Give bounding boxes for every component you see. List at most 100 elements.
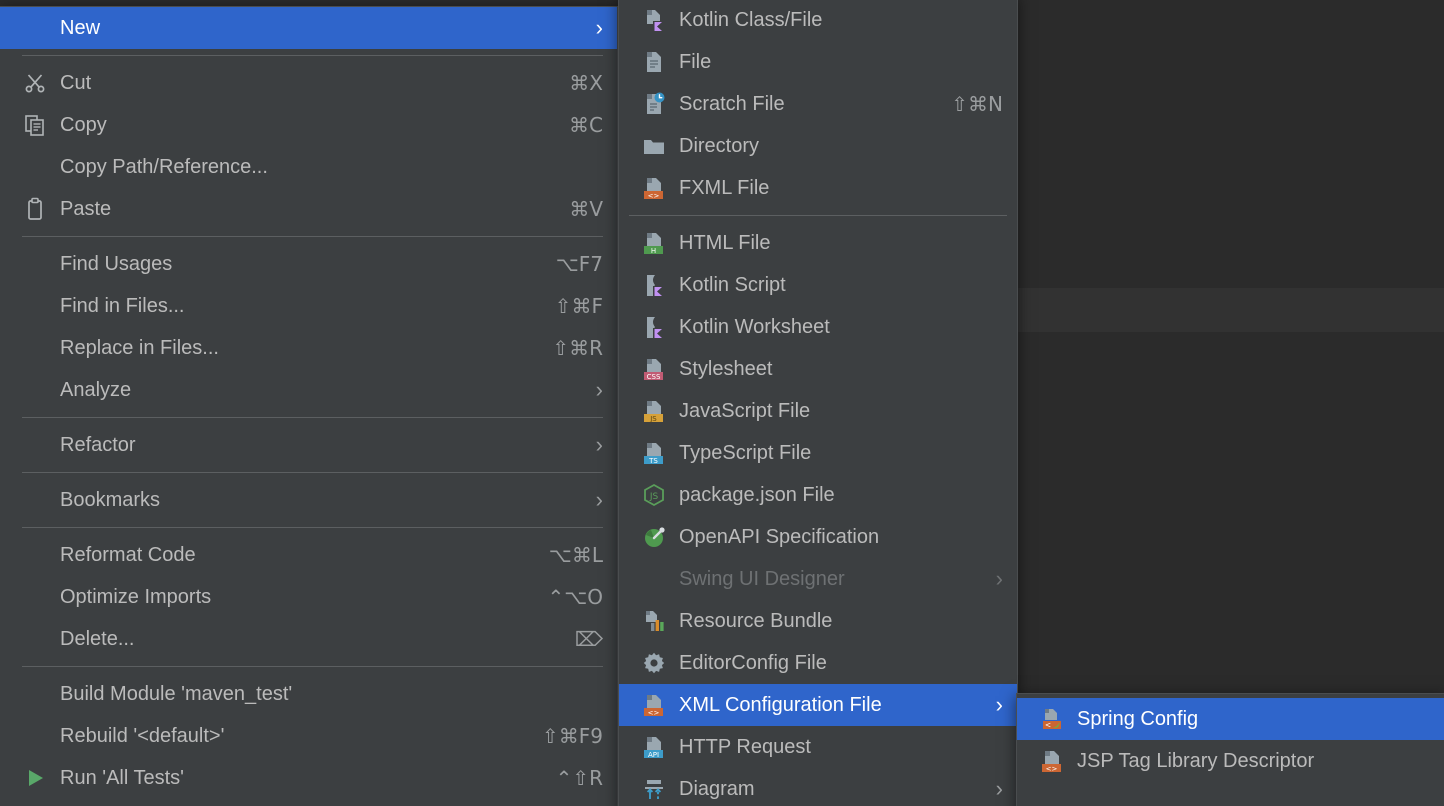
icon-placeholder <box>22 487 48 513</box>
menu-separator <box>629 215 1007 216</box>
svg-text:JS: JS <box>649 492 659 502</box>
menu-item-resource-bundle[interactable]: Resource Bundle <box>619 600 1017 642</box>
menu-item-run-all-tests[interactable]: Run 'All Tests' ⌃⇧R <box>0 757 617 799</box>
menu-item-label: Diagram <box>679 777 755 800</box>
fxml-file-icon: <> <box>641 175 667 201</box>
svg-text:<>: <> <box>648 709 660 717</box>
menu-item-label: Stylesheet <box>679 357 773 380</box>
menu-item-new[interactable]: New › <box>0 7 617 49</box>
icon-placeholder <box>22 432 48 458</box>
menu-item-copy-path-reference[interactable]: Copy Path/Reference... <box>0 146 617 188</box>
editor-context-menu[interactable]: New › Cut ⌘X Copy ⌘C Copy Path/Reference... … <box>0 6 618 806</box>
menu-item-shortcut: ⇧⌘N <box>951 92 1003 116</box>
menu-item-copy[interactable]: Copy ⌘C <box>0 104 617 146</box>
svg-text:H: H <box>651 247 656 255</box>
icon-placeholder <box>22 154 48 180</box>
icon-placeholder <box>22 377 48 403</box>
menu-item-optimize-imports[interactable]: Optimize Imports ⌃⌥O <box>0 576 617 618</box>
menu-separator <box>22 666 603 667</box>
resource-bundle-icon <box>641 608 667 634</box>
menu-item-label: Reformat Code <box>60 543 196 566</box>
menu-item-editorconfig-file[interactable]: EditorConfig File <box>619 642 1017 684</box>
html-file-icon: H <box>641 230 667 256</box>
menu-item-typescript-file[interactable]: TS TypeScript File <box>619 432 1017 474</box>
menu-item-label: Build Module 'maven_test' <box>60 682 293 705</box>
menu-item-shortcut: ⇧⌘R <box>552 336 603 360</box>
scissors-icon <box>22 70 48 96</box>
menu-item-label: OpenAPI Specification <box>679 525 880 548</box>
xml-configuration-submenu[interactable]: < Spring Config <> JSP Tag Library Descr… <box>1016 693 1444 806</box>
menu-separator <box>22 527 603 528</box>
chevron-right-icon: › <box>595 377 603 402</box>
icon-placeholder <box>22 723 48 749</box>
menu-item-delete[interactable]: Delete... ⌦ <box>0 618 617 660</box>
menu-item-label: Find in Files... <box>60 294 185 317</box>
menu-item-reformat-code[interactable]: Reformat Code ⌥⌘L <box>0 534 617 576</box>
svg-text:<>: <> <box>1046 765 1058 773</box>
menu-item-build-module-maven-test[interactable]: Build Module 'maven_test' <box>0 673 617 715</box>
menu-item-http-request[interactable]: API HTTP Request <box>619 726 1017 768</box>
ts-file-icon: TS <box>641 440 667 466</box>
menu-item-label: Paste <box>60 197 112 220</box>
new-submenu[interactable]: Kotlin Class/File File Scratch File ⇧⌘N D… <box>618 0 1018 806</box>
menu-item-label: Cut <box>60 71 92 94</box>
xml-file-icon: <> <box>1039 748 1065 774</box>
openapi-icon <box>641 524 667 550</box>
kotlin-script-icon <box>641 272 667 298</box>
icon-placeholder <box>22 626 48 652</box>
menu-item-shortcut: ⌃⌥O <box>547 585 603 609</box>
menu-item-label: File <box>679 50 712 73</box>
run-icon <box>22 765 48 791</box>
menu-item-paste[interactable]: Paste ⌘V <box>0 188 617 230</box>
menu-item-refactor[interactable]: Refactor › <box>0 424 617 466</box>
menu-item-scratch-file[interactable]: Scratch File ⇧⌘N <box>619 83 1017 125</box>
chevron-right-icon: › <box>595 15 603 40</box>
menu-separator <box>22 55 603 56</box>
menu-item-label: Directory <box>679 134 760 157</box>
menu-item-shortcut: ⇧⌘F9 <box>542 724 603 748</box>
menu-item-cut[interactable]: Cut ⌘X <box>0 62 617 104</box>
menu-item-label: Analyze <box>60 378 132 401</box>
menu-item-spring-config[interactable]: < Spring Config <box>1017 698 1444 740</box>
gear-icon <box>641 650 667 676</box>
menu-item-find-in-files[interactable]: Find in Files... ⇧⌘F <box>0 285 617 327</box>
menu-item-openapi-specification[interactable]: OpenAPI Specification <box>619 516 1017 558</box>
nodejs-icon: JS <box>641 482 667 508</box>
menu-item-kotlin-script[interactable]: Kotlin Script <box>619 264 1017 306</box>
menu-item-label: JavaScript File <box>679 399 811 422</box>
menu-item-directory[interactable]: Directory <box>619 125 1017 167</box>
menu-item-label: XML Configuration File <box>679 693 882 716</box>
menu-item-package-json-file[interactable]: JS package.json File <box>619 474 1017 516</box>
file-icon <box>641 49 667 75</box>
menu-item-analyze[interactable]: Analyze › <box>0 369 617 411</box>
menu-item-label: Bookmarks <box>60 488 161 511</box>
menu-item-rebuild-default[interactable]: Rebuild '<default>' ⇧⌘F9 <box>0 715 617 757</box>
menu-item-xml-configuration-file[interactable]: <> XML Configuration File › <box>619 684 1017 726</box>
menu-item-html-file[interactable]: H HTML File <box>619 222 1017 264</box>
menu-item-kotlin-worksheet[interactable]: Kotlin Worksheet <box>619 306 1017 348</box>
menu-item-jsp-tag-library-descriptor[interactable]: <> JSP Tag Library Descriptor <box>1017 740 1444 782</box>
menu-item-kotlin-class-file[interactable]: Kotlin Class/File <box>619 0 1017 41</box>
menu-item-file[interactable]: File <box>619 41 1017 83</box>
menu-item-label: Run 'All Tests' <box>60 766 184 789</box>
menu-item-label: package.json File <box>679 483 835 506</box>
menu-item-shortcut: ⇧⌘F <box>554 294 603 318</box>
clipboard-icon <box>22 196 48 222</box>
icon-placeholder <box>641 566 667 592</box>
icon-placeholder <box>22 251 48 277</box>
menu-item-diagram[interactable]: Diagram › <box>619 768 1017 806</box>
menu-item-stylesheet[interactable]: CSS Stylesheet <box>619 348 1017 390</box>
menu-item-label: TypeScript File <box>679 441 812 464</box>
menu-item-shortcut: ⌥⌘L <box>548 543 603 567</box>
menu-item-javascript-file[interactable]: JS JavaScript File <box>619 390 1017 432</box>
svg-text:<>: <> <box>648 192 660 200</box>
chevron-right-icon: › <box>995 776 1003 801</box>
menu-item-bookmarks[interactable]: Bookmarks › <box>0 479 617 521</box>
menu-item-find-usages[interactable]: Find Usages ⌥F7 <box>0 243 617 285</box>
js-file-icon: JS <box>641 398 667 424</box>
copy-icon <box>22 112 48 138</box>
menu-item-shortcut: ⌘C <box>569 113 603 137</box>
menu-item-label: Optimize Imports <box>60 585 212 608</box>
menu-item-replace-in-files[interactable]: Replace in Files... ⇧⌘R <box>0 327 617 369</box>
menu-item-fxml-file[interactable]: <> FXML File <box>619 167 1017 209</box>
